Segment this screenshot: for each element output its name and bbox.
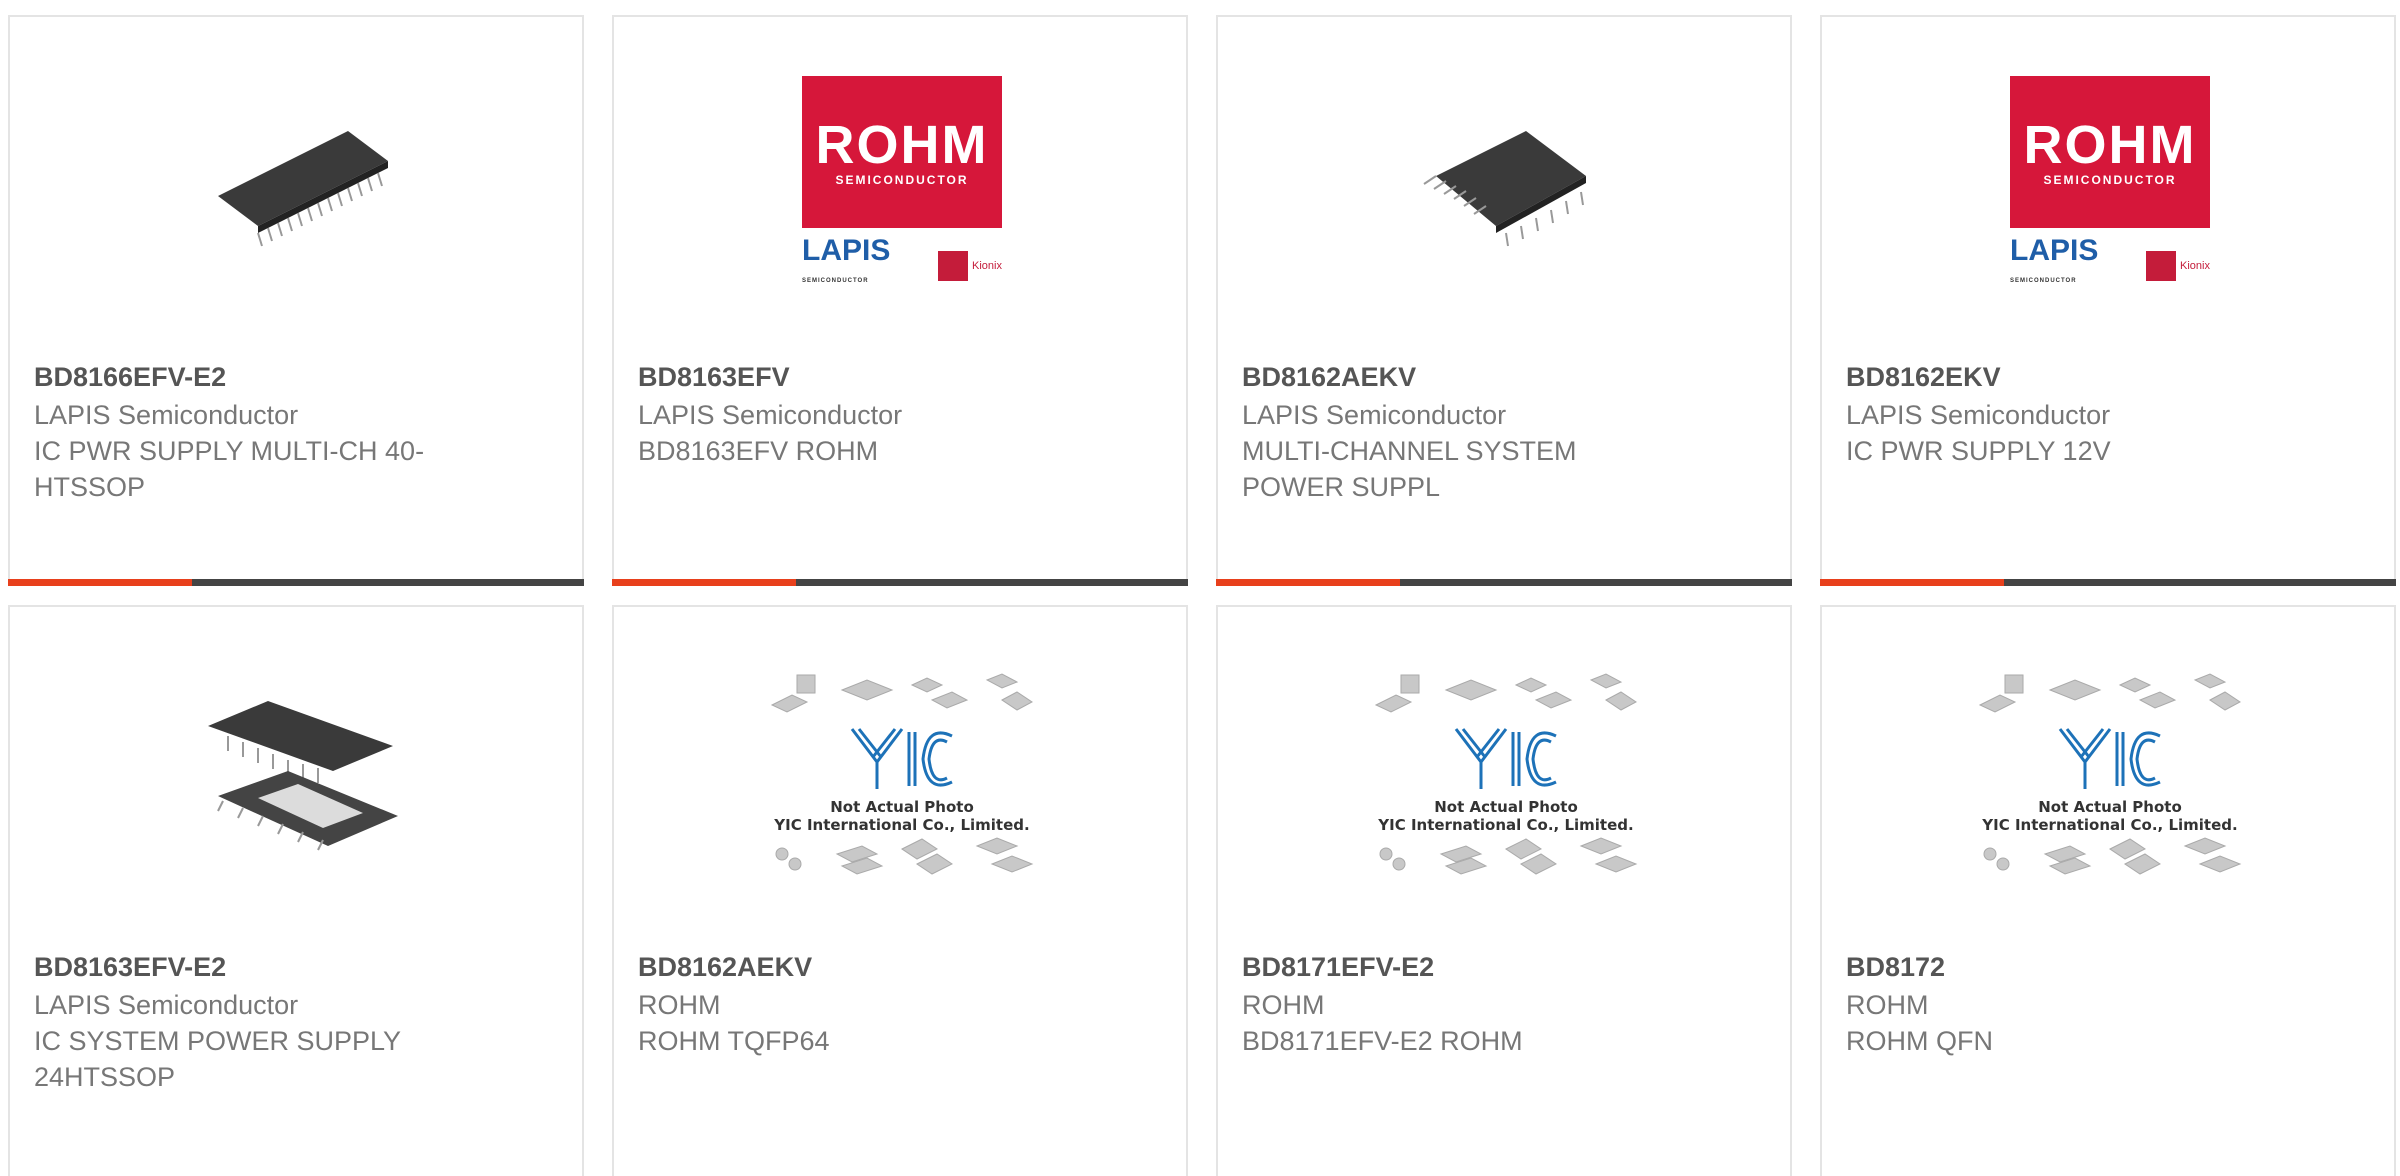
manufacturer: ROHM [638, 990, 721, 1020]
chip-qfp-icon [1423, 131, 1586, 247]
product-card[interactable]: ROHM SEMICONDUCTOR LAPIS SEMICONDUCTOR Ki… [612, 15, 1188, 586]
description: ROHM TQFP64 [638, 1026, 830, 1056]
accent-bar [1216, 579, 1400, 586]
product-image[interactable]: ROHM SEMICONDUCTOR LAPIS SEMICONDUCTOR Ki… [802, 76, 1002, 286]
part-number[interactable]: BD8162EKV [1846, 359, 2001, 395]
product-card[interactable]: Not Actual Photo YIC International Co., … [612, 605, 1188, 1176]
chip-cluster-icon [1978, 673, 2241, 713]
accent-bar [8, 579, 192, 586]
product-image[interactable]: Not Actual Photo YIC International Co., … [767, 673, 1037, 876]
product-image[interactable] [1406, 86, 1606, 286]
part-number[interactable]: BD8171EFV-E2 [1242, 949, 1434, 985]
product-image[interactable] [198, 86, 398, 286]
yic-logo [850, 728, 953, 789]
not-actual-photo-label: Not Actual Photo [1434, 798, 1578, 816]
product-card[interactable]: BD8166EFV-E2 LAPIS Semiconductor IC PWR … [8, 15, 584, 586]
description: BD8171EFV-E2 ROHM [1242, 1026, 1523, 1056]
yic-logo [2058, 728, 2161, 789]
manufacturer: LAPIS Semiconductor [34, 400, 299, 430]
part-number[interactable]: BD8163EFV [638, 359, 790, 395]
product-image[interactable]: Not Actual Photo YIC International Co., … [1371, 673, 1641, 876]
lapis-logo: LAPIS SEMICONDUCTOR [2010, 234, 2099, 285]
part-number[interactable]: BD8172 [1846, 949, 1945, 985]
manufacturer: LAPIS Semiconductor [1242, 400, 1507, 430]
card-bottom-bar [1820, 579, 2396, 586]
chip-htssop-icon [208, 701, 398, 851]
chip-ssop-icon [218, 131, 388, 247]
product-card[interactable]: BD8162AEKV LAPIS Semiconductor MULTI-CHA… [1216, 15, 1792, 586]
chip-cluster-icon [1379, 837, 1638, 875]
yic-placeholder-image: Not Actual Photo YIC International Co., … [767, 670, 1037, 882]
description: MULTI-CHANNEL SYSTEM POWER SUPPL [1242, 436, 1577, 502]
rohm-subtitle: SEMICONDUCTOR [2043, 173, 2177, 187]
product-card[interactable]: ROHM SEMICONDUCTOR LAPIS SEMICONDUCTOR Ki… [1820, 15, 2396, 586]
manufacturer: ROHM [1846, 990, 1929, 1020]
description: IC PWR SUPPLY MULTI-CH 40-HTSSOP [34, 436, 425, 502]
rohm-subtitle: SEMICONDUCTOR [835, 173, 969, 187]
chip-cluster-icon [1983, 837, 2242, 875]
part-number[interactable]: BD8162AEKV [1242, 359, 1416, 395]
product-card[interactable]: Not Actual Photo YIC International Co., … [1820, 605, 2396, 1176]
product-card[interactable]: Not Actual Photo YIC International Co., … [1216, 605, 1792, 1176]
description: BD8163EFV ROHM [638, 436, 879, 466]
chip-cluster-icon [775, 837, 1034, 875]
not-actual-photo-label: Not Actual Photo [2038, 798, 2182, 816]
yic-company-label: YIC International Co., Limited. [774, 816, 1030, 834]
lapis-logo: LAPIS SEMICONDUCTOR [802, 234, 891, 285]
card-bottom-bar [8, 579, 584, 586]
manufacturer: LAPIS Semiconductor [1846, 400, 2111, 430]
chip-cluster-icon [770, 673, 1033, 713]
product-image[interactable]: Not Actual Photo YIC International Co., … [1975, 673, 2245, 876]
description: IC PWR SUPPLY 12V [1846, 436, 2111, 466]
accent-bar [1820, 579, 2004, 586]
card-bottom-bar [1216, 579, 1792, 586]
accent-bar [612, 579, 796, 586]
manufacturer: LAPIS Semiconductor [638, 400, 903, 430]
not-actual-photo-label: Not Actual Photo [830, 798, 974, 816]
yic-placeholder-image: Not Actual Photo YIC International Co., … [1975, 670, 2245, 882]
manufacturer: LAPIS Semiconductor [34, 990, 299, 1020]
rohm-logo: ROHM SEMICONDUCTOR LAPIS SEMICONDUCTOR Ki… [802, 76, 1002, 296]
rohm-logo: ROHM SEMICONDUCTOR LAPIS SEMICONDUCTOR Ki… [2010, 76, 2210, 296]
kionix-logo: Kionix [938, 251, 1002, 281]
kionix-logo: Kionix [2146, 251, 2210, 281]
yic-company-label: YIC International Co., Limited. [1378, 816, 1634, 834]
yic-placeholder-image: Not Actual Photo YIC International Co., … [1371, 670, 1641, 882]
chip-cluster-icon [1374, 673, 1637, 713]
rohm-wordmark: ROHM [815, 115, 989, 175]
part-number[interactable]: BD8163EFV-E2 [34, 949, 226, 985]
manufacturer: ROHM [1242, 990, 1325, 1020]
card-bottom-bar [612, 579, 1188, 586]
yic-logo [1454, 728, 1557, 789]
product-image[interactable] [198, 676, 398, 876]
yic-company-label: YIC International Co., Limited. [1982, 816, 2238, 834]
rohm-wordmark: ROHM [2023, 115, 2197, 175]
part-number[interactable]: BD8166EFV-E2 [34, 359, 226, 395]
product-card[interactable]: BD8163EFV-E2 LAPIS Semiconductor IC SYST… [8, 605, 584, 1176]
description: ROHM QFN [1846, 1026, 1993, 1056]
part-number[interactable]: BD8162AEKV [638, 949, 812, 985]
product-image[interactable]: ROHM SEMICONDUCTOR LAPIS SEMICONDUCTOR Ki… [2010, 76, 2210, 286]
description: IC SYSTEM POWER SUPPLY 24HTSSOP [34, 1026, 401, 1092]
